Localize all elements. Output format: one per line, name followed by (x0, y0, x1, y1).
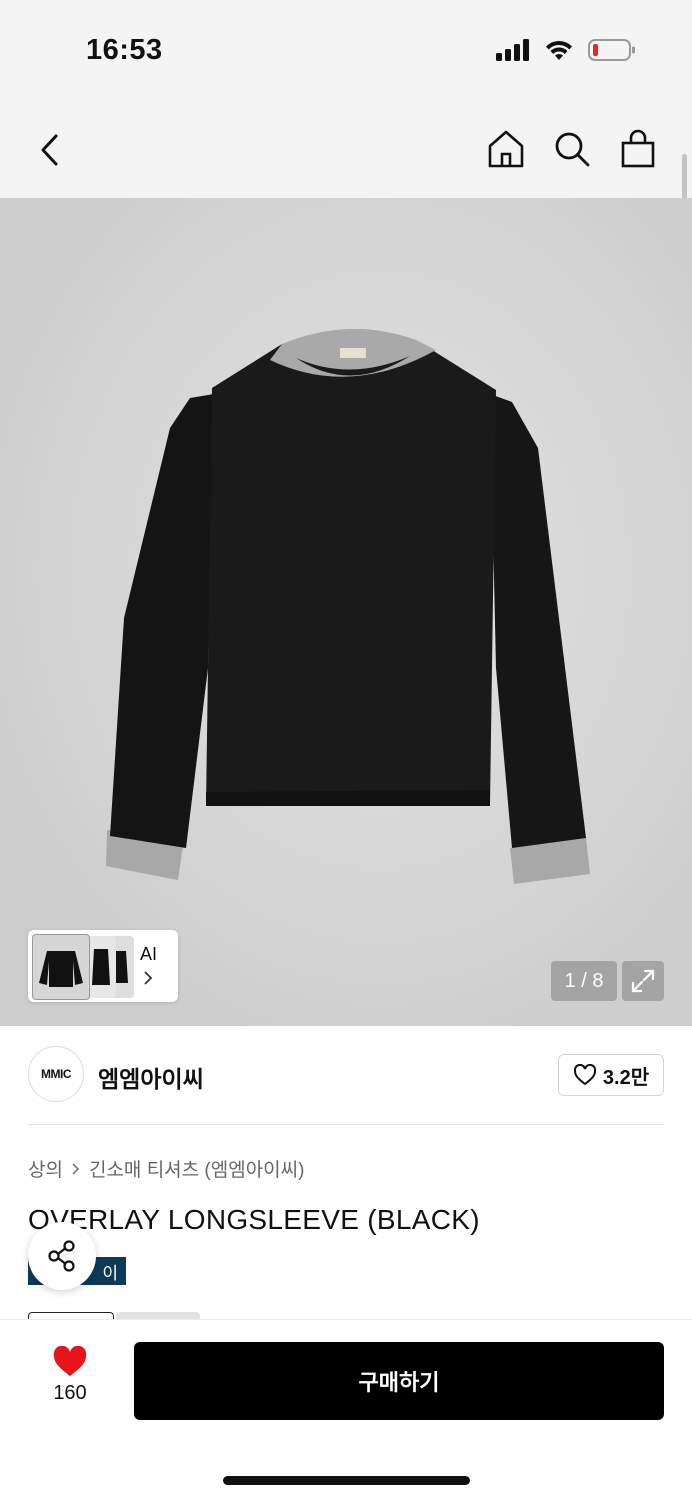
image-page-counter: 1 / 8 (551, 961, 617, 1001)
bottom-action-bar: 160 구매하기 (0, 1319, 692, 1501)
breadcrumb-category[interactable]: 상의 (28, 1155, 63, 1182)
share-button[interactable] (28, 1222, 96, 1290)
brand-like-count: 3.2만 (602, 1066, 650, 1089)
status-bar: 16:53 (0, 0, 692, 100)
expand-image-button[interactable] (622, 961, 664, 1001)
home-icon (488, 130, 524, 168)
buy-button[interactable]: 구매하기 (134, 1342, 664, 1420)
product-title: OVERLAY LONGSLEEVE (BLACK) (28, 1204, 480, 1235)
status-time: 16:53 (86, 34, 163, 66)
wish-count: 160 (53, 1382, 87, 1404)
home-indicator (223, 1476, 470, 1485)
share-icon (48, 1240, 75, 1272)
divider (28, 1124, 664, 1125)
thumbnail-1[interactable] (32, 934, 90, 1000)
shopping-bag-icon (621, 129, 655, 168)
search-icon (555, 132, 590, 167)
ai-thumbnail-strip[interactable]: AI (28, 930, 178, 1002)
battery-icon (588, 39, 635, 61)
wish-button[interactable]: 160 (40, 1346, 100, 1416)
breadcrumb-subcategory[interactable]: 긴소매 티셔츠 (엠엠아이씨) (89, 1155, 305, 1182)
signal-icon (496, 39, 529, 61)
wifi-icon (546, 40, 572, 60)
chevron-right-icon (144, 971, 153, 985)
brand-row[interactable]: MMIC 엠엠아이씨 3.2만 (28, 1046, 664, 1106)
thumbnail-2[interactable] (86, 936, 116, 998)
brand-name[interactable]: 엠엠아이씨 (98, 1060, 204, 1094)
product-photo (0, 198, 692, 1026)
top-navigation (0, 100, 692, 198)
cart-button[interactable] (618, 128, 658, 170)
chevron-left-icon (41, 134, 58, 166)
brand-logo[interactable]: MMIC (28, 1046, 84, 1102)
product-image-gallery[interactable] (0, 198, 692, 1026)
brand-like-button[interactable]: 3.2만 (558, 1054, 664, 1096)
heart-icon (53, 1346, 87, 1376)
expand-icon (631, 969, 655, 993)
heart-outline-icon (573, 1064, 596, 1086)
home-button[interactable] (486, 128, 526, 170)
back-button[interactable] (34, 130, 68, 170)
search-button[interactable] (552, 128, 592, 170)
breadcrumb: 상의 긴소매 티셔츠 (엠엠아이씨) (28, 1155, 304, 1182)
chevron-right-icon (72, 1162, 80, 1175)
ai-label: AI (140, 944, 158, 964)
status-icons (496, 38, 636, 62)
